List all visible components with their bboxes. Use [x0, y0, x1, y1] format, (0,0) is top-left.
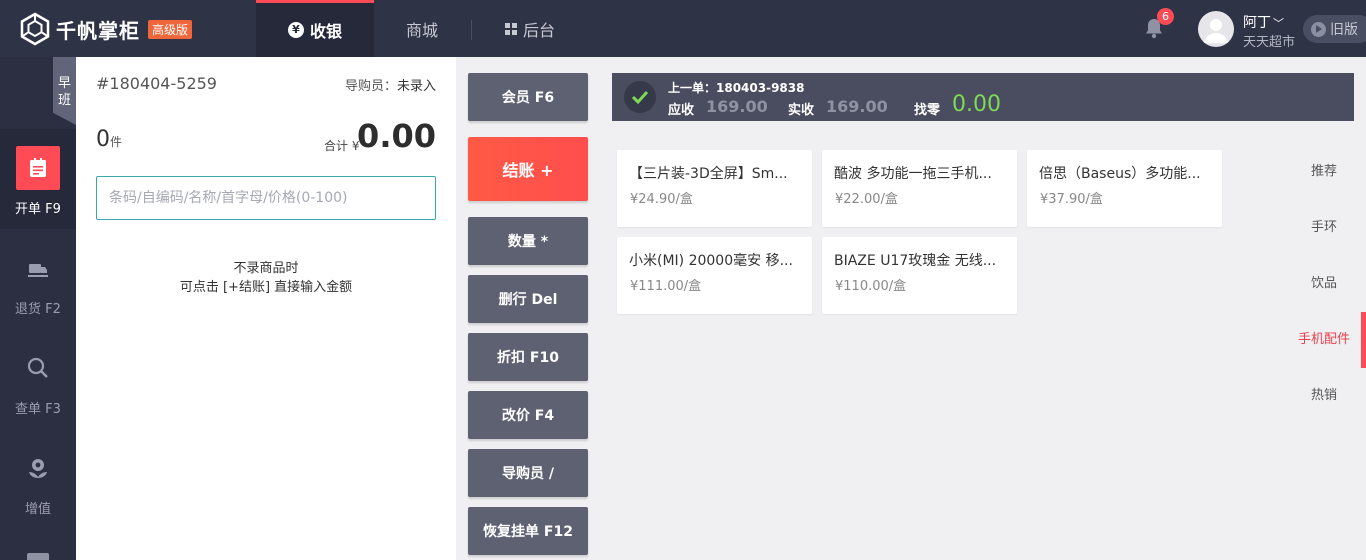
grid-icon [504, 22, 517, 35]
logo-text: 千帆掌柜 [56, 18, 140, 43]
product-price: ¥37.90/盒 [1040, 192, 1103, 207]
product-card[interactable]: 酷波 多功能一拖三手机... ¥22.00/盒 [822, 150, 1017, 227]
receivable-label: 应收 [668, 103, 695, 118]
category-drinks[interactable]: 饮品 [1285, 256, 1363, 312]
product-card[interactable]: BIAZE U17玫瑰金 无线... ¥110.00/盒 [822, 237, 1017, 314]
logo: 千帆掌柜 高级版 [18, 10, 193, 48]
tab-cashier[interactable]: ¥ 收银 [256, 0, 374, 57]
total-amount: 0.00 [357, 117, 436, 155]
last-order-title: 上一单：180403-9838 [668, 81, 805, 95]
sidebar: 早班 开单 F9 退货 F2 查单 F3 增值 [0, 57, 76, 560]
category-active-indicator [1361, 312, 1366, 368]
item-count-value: 0 [96, 127, 110, 152]
nav-divider [471, 20, 472, 40]
discount-button[interactable]: 折扣 F10 [468, 333, 588, 381]
delete-row-button[interactable]: 删行 Del [468, 275, 588, 323]
old-version-label: 旧版 [1330, 22, 1358, 38]
user-name: 阿丁 [1243, 15, 1271, 31]
received-label: 实收 [788, 103, 815, 118]
search-icon [16, 346, 60, 390]
shift-badge: 早班 [53, 57, 76, 125]
sidebar-item-value-added[interactable]: 增值 [0, 429, 76, 529]
sidebar-item-label: 查单 F3 [15, 402, 61, 417]
guide-info[interactable]: 导购员：未录入 [345, 75, 436, 94]
notification-badge: 6 [1157, 8, 1174, 25]
member-button[interactable]: 会员 F6 [468, 73, 588, 121]
tab-mall-label: 商城 [405, 20, 438, 40]
item-count: 0件 [96, 127, 122, 152]
product-card[interactable]: 【三片装-3D全屏】Sm... ¥24.90/盒 [617, 150, 812, 227]
store-name: 天天超市 [1243, 35, 1296, 50]
checkout-button[interactable]: 结账 + [468, 137, 588, 201]
category-wristband[interactable]: 手环 [1285, 200, 1363, 256]
old-version-button[interactable]: 旧版 [1303, 15, 1366, 43]
check-icon [624, 81, 656, 113]
change-value: 0.00 [952, 92, 1001, 117]
sidebar-more-icon [27, 553, 49, 560]
avatar[interactable] [1198, 11, 1234, 47]
tab-backend-label: 后台 [522, 20, 555, 40]
product-name: 倍思（Baseus）多功能... [1039, 166, 1201, 182]
sidebar-item-return[interactable]: 退货 F2 [0, 229, 76, 329]
top-bar: 千帆掌柜 高级版 ¥ 收银 商城 后台 6 阿丁 ﹀ 天天超市 旧版 [0, 0, 1366, 57]
change-label: 找零 [914, 103, 941, 118]
product-name: BIAZE U17玫瑰金 无线... [834, 253, 997, 269]
change-price-button[interactable]: 改价 F4 [468, 391, 588, 439]
last-order-bar: 上一单：180403-9838 应收 169.00 实收 169.00 找零 0… [612, 73, 1354, 121]
sidebar-item-label: 开单 F9 [15, 202, 61, 217]
order-panel: #180404-5259 导购员：未录入 0件 合计 ¥ 0.00 不录商品时 … [76, 57, 456, 560]
hint-line-1: 不录商品时 [233, 261, 299, 276]
order-icon [16, 146, 60, 190]
receivable-value: 169.00 [706, 97, 768, 116]
product-name: 【三片装-3D全屏】Sm... [629, 166, 788, 182]
product-price: ¥24.90/盒 [630, 192, 693, 207]
return-truck-icon [16, 246, 60, 290]
tab-backend[interactable]: 后台 [490, 0, 570, 57]
product-name: 酷波 多功能一拖三手机... [834, 166, 992, 182]
category-recommend[interactable]: 推荐 [1285, 144, 1363, 200]
product-search-input[interactable] [96, 176, 436, 220]
play-icon [1311, 21, 1326, 37]
guide-value: 未录入 [396, 79, 436, 94]
product-price: ¥111.00/盒 [630, 279, 702, 294]
product-name: 小米(MI) 20000毫安 移... [629, 253, 793, 269]
tab-mall[interactable]: 商城 [374, 0, 470, 57]
restore-held-order-button[interactable]: 恢复挂单 F12 [468, 507, 588, 555]
sidebar-item-query[interactable]: 查单 F3 [0, 329, 76, 429]
product-price: ¥22.00/盒 [835, 192, 898, 207]
tab-cashier-label: 收银 [309, 22, 342, 41]
sidebar-item-label: 增值 [24, 502, 51, 517]
product-price: ¥110.00/盒 [835, 279, 907, 294]
sidebar-item-new-order[interactable]: 开单 F9 [0, 129, 76, 229]
received-value: 169.00 [826, 97, 888, 116]
order-number: #180404-5259 [96, 74, 217, 93]
flower-icon [16, 446, 60, 490]
logo-hexagon-icon [20, 12, 50, 46]
user-menu[interactable]: 阿丁 ﹀ [1243, 12, 1284, 32]
user-avatar-icon [1204, 19, 1228, 43]
chevron-down-icon: ﹀ [1273, 17, 1284, 30]
sidebar-item-label: 退货 F2 [15, 302, 61, 317]
quantity-button[interactable]: 数量 * [468, 217, 588, 265]
category-hot-sale[interactable]: 热销 [1285, 368, 1363, 424]
coin-icon: ¥ [287, 22, 304, 38]
hint-line-2: 可点击 [+结账] 直接输入金额 [179, 280, 353, 295]
product-card[interactable]: 倍思（Baseus）多功能... ¥37.90/盒 [1027, 150, 1222, 227]
product-card[interactable]: 小米(MI) 20000毫安 移... ¥111.00/盒 [617, 237, 812, 314]
item-count-unit: 件 [110, 135, 123, 149]
salesperson-button[interactable]: 导购员 / [468, 449, 588, 497]
guide-label: 导购员： [344, 79, 397, 94]
edition-badge: 高级版 [148, 19, 193, 39]
category-phone-accessories[interactable]: 手机配件 [1285, 312, 1363, 368]
total-label: 合计 ¥ [324, 139, 360, 153]
